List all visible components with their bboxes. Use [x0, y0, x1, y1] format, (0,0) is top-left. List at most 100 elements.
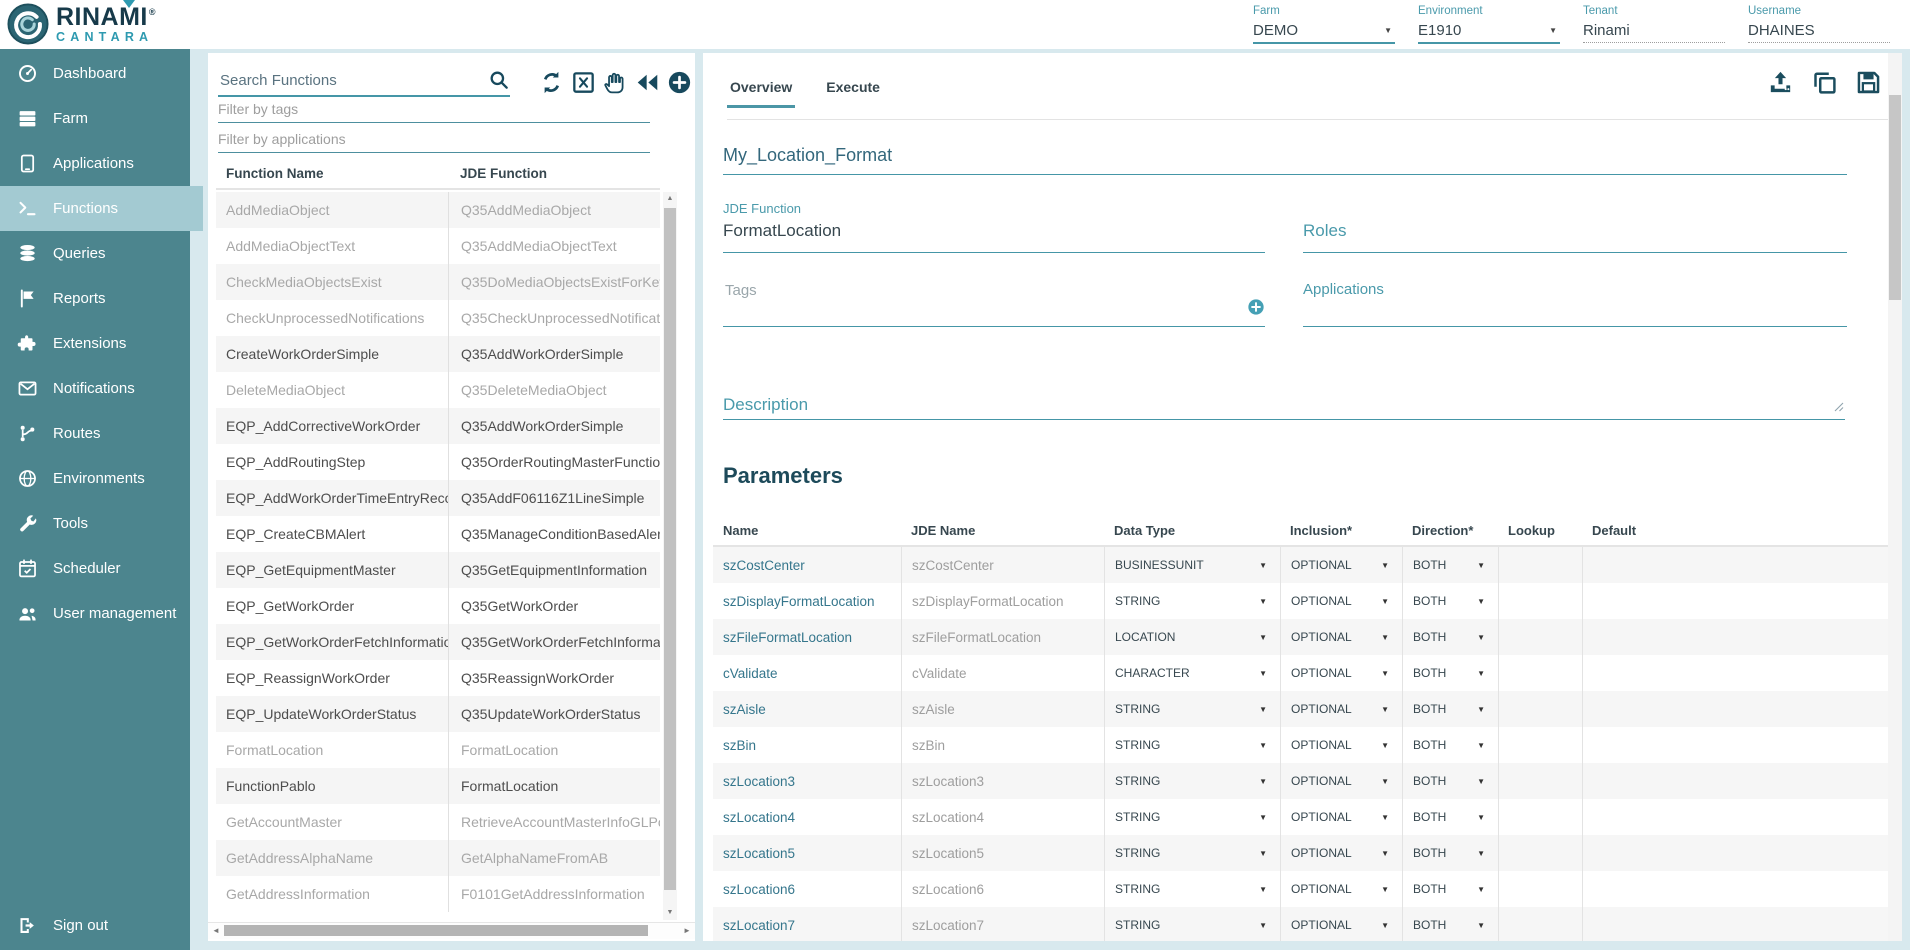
direction-select[interactable]: BOTH▼ — [1413, 666, 1498, 680]
data-type-select[interactable]: STRING▼ — [1115, 846, 1280, 860]
function-row[interactable]: EQP_AddWorkOrderTimeEntryRecordQ35AddF06… — [216, 480, 660, 516]
function-row[interactable]: AddMediaObjectTextQ35AddMediaObjectText — [216, 228, 660, 264]
function-row[interactable]: CheckMediaObjectsExistQ35DoMediaObjectsE… — [216, 264, 660, 300]
upload-icon[interactable] — [1767, 69, 1794, 96]
sidebar-item-farm[interactable]: Farm — [0, 96, 190, 141]
jde-function-field[interactable]: FormatLocation — [723, 221, 1265, 253]
farm-select[interactable]: DEMO▼ — [1253, 19, 1395, 44]
parameter-name-link[interactable]: szLocation3 — [723, 774, 795, 789]
add-icon[interactable] — [667, 70, 692, 95]
data-type-select[interactable]: STRING▼ — [1115, 594, 1280, 608]
save-icon[interactable] — [1855, 69, 1882, 96]
data-type-select[interactable]: STRING▼ — [1115, 882, 1280, 896]
inclusion-select[interactable]: OPTIONAL▼ — [1291, 630, 1402, 644]
tab-execute[interactable]: Execute — [823, 53, 883, 108]
data-type-select[interactable]: STRING▼ — [1115, 702, 1280, 716]
direction-select[interactable]: BOTH▼ — [1413, 738, 1498, 752]
data-type-select[interactable]: STRING▼ — [1115, 738, 1280, 752]
excel-icon[interactable] — [571, 70, 596, 95]
applications-field[interactable]: Applications — [1303, 281, 1847, 327]
sidebar-item-reports[interactable]: Reports — [0, 276, 190, 321]
direction-select[interactable]: BOTH▼ — [1413, 558, 1498, 572]
sidebar-item-queries[interactable]: Queries — [0, 231, 190, 276]
tags-input[interactable] — [723, 281, 1207, 300]
function-row[interactable]: EQP_GetEquipmentMasterQ35GetEquipmentInf… — [216, 552, 660, 588]
sidebar-item-sign-out[interactable]: Sign out — [0, 903, 190, 948]
roles-field[interactable]: Roles — [1303, 221, 1847, 253]
sidebar-item-user-management[interactable]: User management — [0, 591, 190, 636]
parameter-name-link[interactable]: szLocation7 — [723, 918, 795, 933]
parameter-name-link[interactable]: szBin — [723, 738, 756, 753]
data-type-select[interactable]: STRING▼ — [1115, 774, 1280, 788]
direction-select[interactable]: BOTH▼ — [1413, 630, 1498, 644]
function-name-field[interactable]: My_Location_Format — [723, 145, 1847, 175]
data-type-select[interactable]: BUSINESSUNIT▼ — [1115, 558, 1280, 572]
function-row[interactable]: FormatLocationFormatLocation — [216, 732, 660, 768]
parameter-name-link[interactable]: szCostCenter — [723, 558, 805, 573]
inclusion-select[interactable]: OPTIONAL▼ — [1291, 738, 1402, 752]
parameter-name-link[interactable]: szFileFormatLocation — [723, 630, 852, 645]
sidebar-item-tools[interactable]: Tools — [0, 501, 190, 546]
sidebar-item-dashboard[interactable]: Dashboard — [0, 51, 190, 96]
search-input[interactable] — [218, 71, 488, 90]
refresh-icon[interactable] — [539, 70, 564, 95]
parameter-name-link[interactable]: szLocation5 — [723, 846, 795, 861]
scroll-down-arrow-icon[interactable]: ▼ — [663, 906, 677, 920]
detail-vertical-scrollbar[interactable] — [1888, 53, 1902, 941]
data-type-select[interactable]: LOCATION▼ — [1115, 630, 1280, 644]
direction-select[interactable]: BOTH▼ — [1413, 774, 1498, 788]
direction-select[interactable]: BOTH▼ — [1413, 918, 1498, 932]
function-row[interactable]: EQP_GetWorkOrderQ35GetWorkOrder — [216, 588, 660, 624]
inclusion-select[interactable]: OPTIONAL▼ — [1291, 594, 1402, 608]
tab-overview[interactable]: Overview — [727, 53, 795, 108]
sidebar-item-notifications[interactable]: Notifications — [0, 366, 190, 411]
inclusion-select[interactable]: OPTIONAL▼ — [1291, 774, 1402, 788]
function-row[interactable]: EQP_CreateCBMAlertQ35ManageConditionBase… — [216, 516, 660, 552]
function-row[interactable]: GetAccountMasterRetrieveAccountMasterInf… — [216, 804, 660, 840]
function-row[interactable]: FunctionPabloFormatLocation — [216, 768, 660, 804]
search-icon[interactable] — [488, 69, 510, 91]
function-row[interactable]: GetAddressAlphaNameGetAlphaNameFromAB — [216, 840, 660, 876]
inclusion-select[interactable]: OPTIONAL▼ — [1291, 666, 1402, 680]
function-row[interactable]: CreateWorkOrderSimpleQ35AddWorkOrderSimp… — [216, 336, 660, 372]
function-row[interactable]: DeleteMediaObjectQ35DeleteMediaObject — [216, 372, 660, 408]
function-row[interactable]: CheckUnprocessedNotificationsQ35CheckUnp… — [216, 300, 660, 336]
rewind-icon[interactable] — [635, 70, 660, 95]
inclusion-select[interactable]: OPTIONAL▼ — [1291, 558, 1402, 572]
data-type-select[interactable]: STRING▼ — [1115, 810, 1280, 824]
parameter-name-link[interactable]: szDisplayFormatLocation — [723, 594, 875, 609]
function-row[interactable]: AddMediaObjectQ35AddMediaObject — [216, 192, 660, 228]
inclusion-select[interactable]: OPTIONAL▼ — [1291, 810, 1402, 824]
function-row[interactable]: EQP_UpdateWorkOrderStatusQ35UpdateWorkOr… — [216, 696, 660, 732]
inclusion-select[interactable]: OPTIONAL▼ — [1291, 882, 1402, 896]
direction-select[interactable]: BOTH▼ — [1413, 846, 1498, 860]
direction-select[interactable]: BOTH▼ — [1413, 810, 1498, 824]
data-type-select[interactable]: STRING▼ — [1115, 918, 1280, 932]
function-row[interactable]: EQP_GetWorkOrderFetchInformationQ35GetWo… — [216, 624, 660, 660]
data-type-select[interactable]: CHARACTER▼ — [1115, 666, 1280, 680]
sidebar-item-environments[interactable]: Environments — [0, 456, 190, 501]
parameter-name-link[interactable]: szLocation6 — [723, 882, 795, 897]
scroll-right-arrow-icon[interactable]: ► — [681, 923, 693, 938]
add-tag-icon[interactable] — [1247, 298, 1265, 316]
hand-icon[interactable] — [603, 70, 628, 95]
filter-applications-input[interactable] — [218, 127, 650, 151]
direction-select[interactable]: BOTH▼ — [1413, 594, 1498, 608]
sidebar-item-applications[interactable]: Applications — [0, 141, 190, 186]
function-row[interactable]: EQP_AddRoutingStepQ35OrderRoutingMasterF… — [216, 444, 660, 480]
parameter-name-link[interactable]: szLocation4 — [723, 810, 795, 825]
scroll-left-arrow-icon[interactable]: ◄ — [210, 923, 222, 938]
resize-handle-icon[interactable] — [1834, 399, 1844, 417]
sidebar-item-functions[interactable]: Functions — [0, 186, 203, 231]
environment-select[interactable]: E1910▼ — [1418, 19, 1560, 44]
function-list-horizontal-scrollbar[interactable]: ◄ ► — [208, 922, 695, 939]
description-field[interactable]: Description — [723, 375, 1845, 420]
parameter-name-link[interactable]: szAisle — [723, 702, 766, 717]
function-row[interactable]: GetAddressInformationF0101GetAddressInfo… — [216, 876, 660, 912]
direction-select[interactable]: BOTH▼ — [1413, 702, 1498, 716]
scrollbar-thumb[interactable] — [224, 925, 648, 936]
scrollbar-thumb[interactable] — [1889, 95, 1901, 300]
inclusion-select[interactable]: OPTIONAL▼ — [1291, 702, 1402, 716]
sidebar-item-scheduler[interactable]: Scheduler — [0, 546, 190, 591]
inclusion-select[interactable]: OPTIONAL▼ — [1291, 918, 1402, 932]
